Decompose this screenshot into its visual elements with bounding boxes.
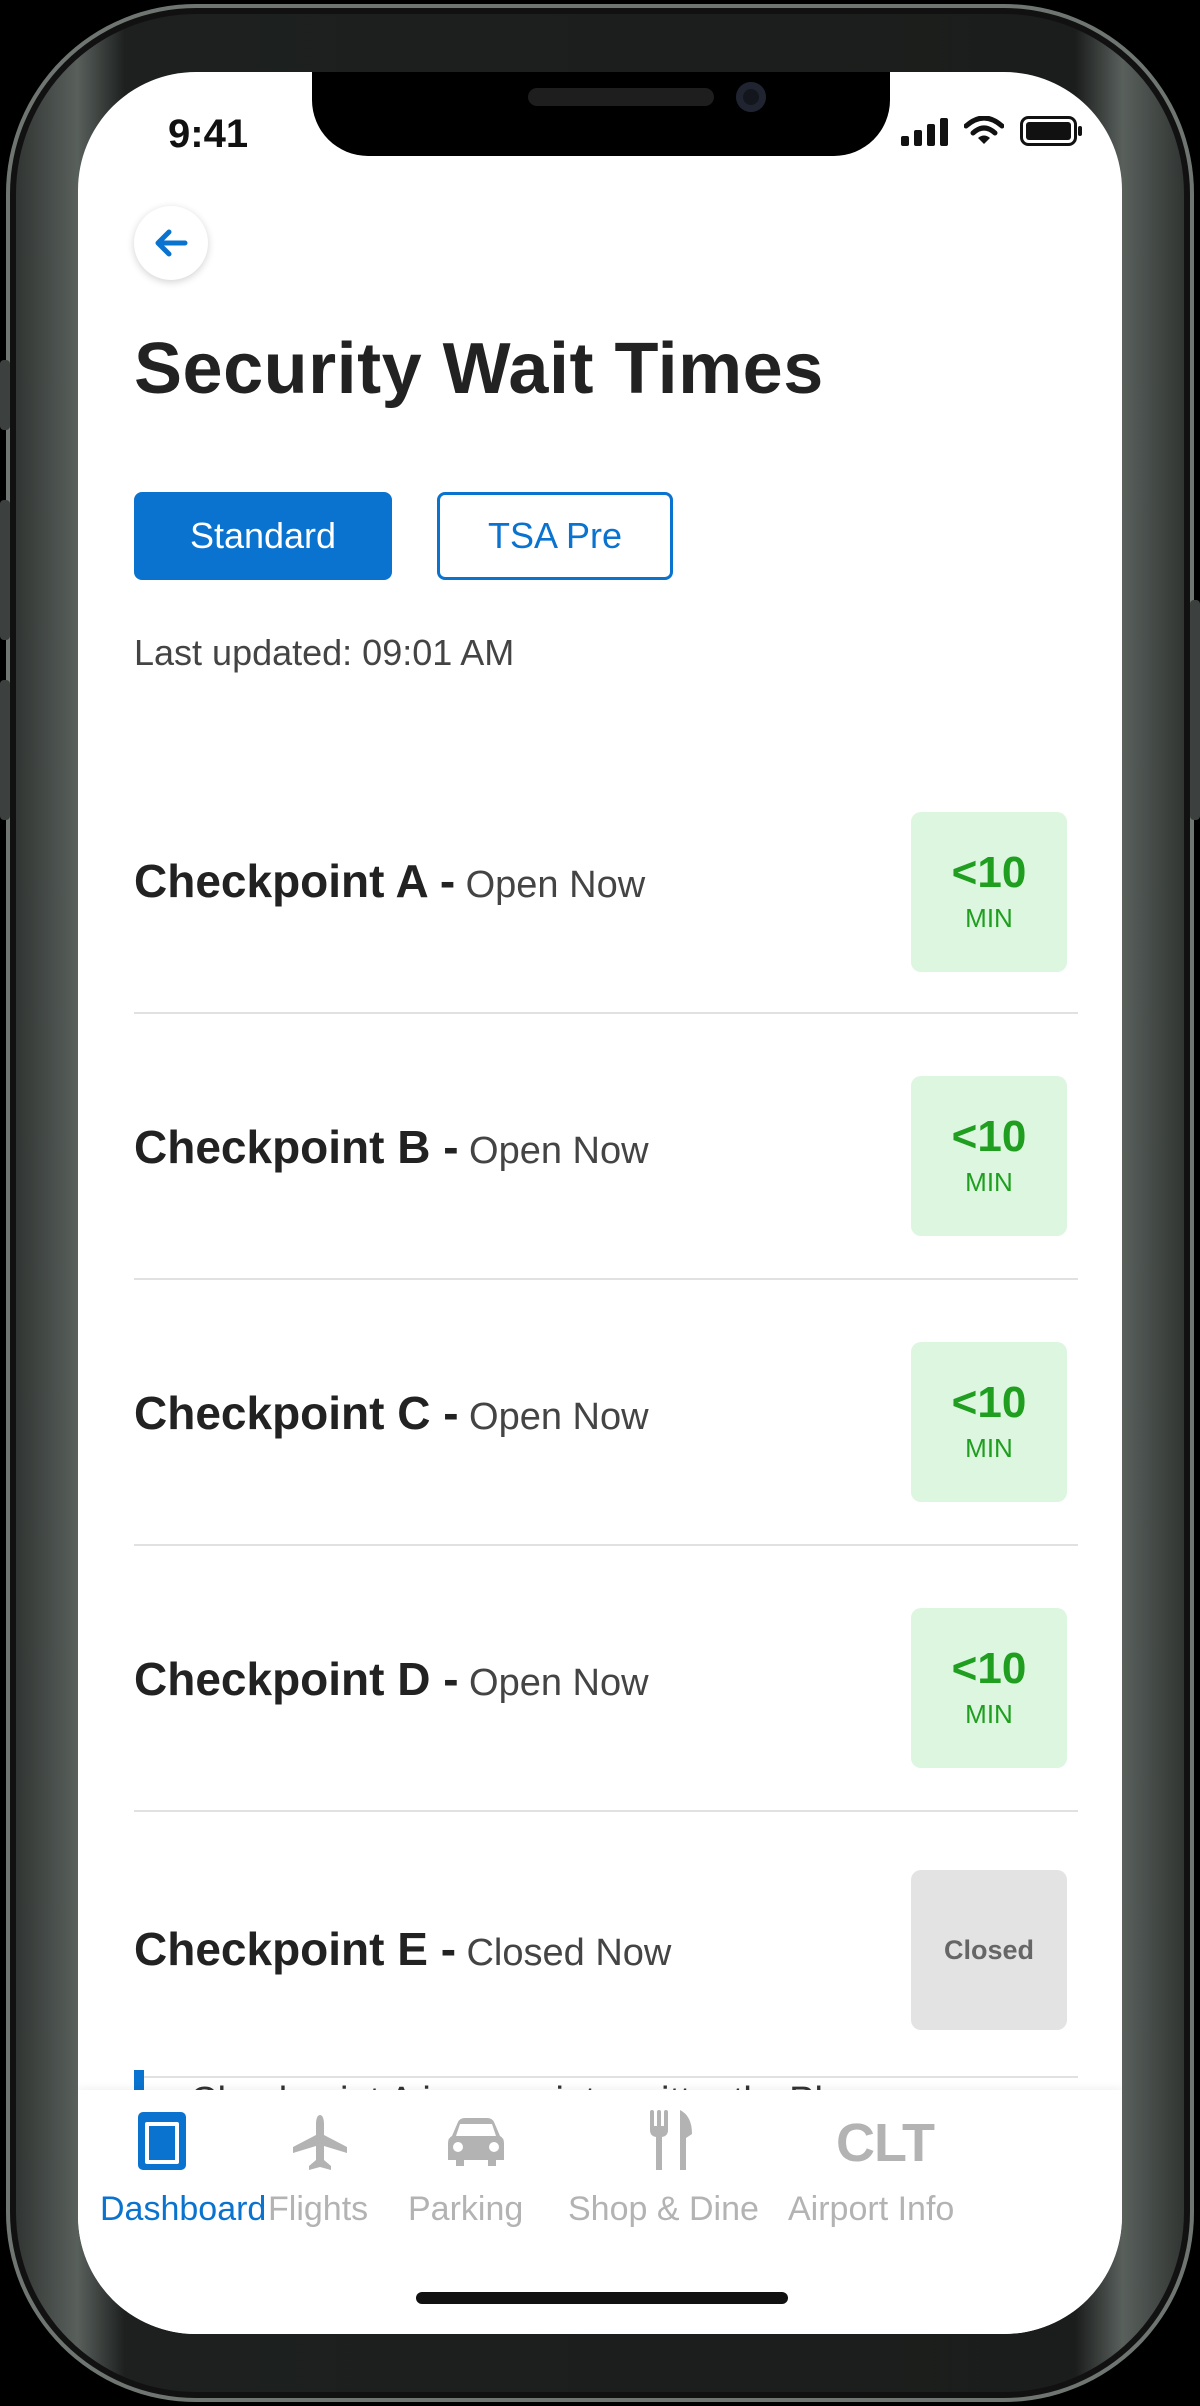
home-indicator xyxy=(416,2292,788,2304)
checkpoint-row-c[interactable]: Checkpoint C - Open Now <10 MIN xyxy=(134,1280,1078,1546)
wait-time-badge: <10 MIN xyxy=(911,1342,1067,1502)
checkpoint-status: Open Now xyxy=(469,1130,649,1172)
wait-time-value: <10 xyxy=(951,1111,1027,1161)
tsa-pre-filter-button[interactable]: TSA Pre xyxy=(437,492,673,580)
notch xyxy=(312,72,890,156)
wifi-icon xyxy=(964,116,1004,144)
checkpoint-row-b[interactable]: Checkpoint B - Open Now <10 MIN xyxy=(134,1014,1078,1280)
wait-time-unit: MIN xyxy=(965,1166,1013,1197)
checkpoint-row-a[interactable]: Checkpoint A - Open Now <10 MIN xyxy=(134,730,1078,1014)
last-updated-text: Last updated: 09:01 AM xyxy=(134,632,515,673)
car-icon xyxy=(448,2118,504,2166)
wait-time-badge: <10 MIN xyxy=(911,1076,1067,1236)
tab-label: Shop & Dine xyxy=(568,2190,759,2228)
wait-time-unit: MIN xyxy=(965,1432,1013,1463)
checkpoint-name: Checkpoint D - xyxy=(134,1653,459,1705)
wait-time-unit: MIN xyxy=(965,902,1013,933)
checkpoint-name: Checkpoint A - xyxy=(134,855,456,907)
wait-time-value: <10 xyxy=(951,1643,1027,1693)
app-screen: 9:41 Security Wait Times Standard TSA Pr… xyxy=(78,72,1122,2334)
dashboard-icon xyxy=(138,2112,186,2170)
front-camera xyxy=(736,82,766,112)
checkpoint-name: Checkpoint E - xyxy=(134,1923,457,1975)
airplane-icon xyxy=(293,2115,347,2170)
checkpoint-name: Checkpoint B - xyxy=(134,1121,459,1173)
tab-label: Parking xyxy=(408,2190,524,2228)
checkpoint-status: Closed Now xyxy=(466,1932,672,1974)
standard-filter-button[interactable]: Standard xyxy=(134,492,392,580)
cellular-signal-icon xyxy=(901,116,948,146)
wait-time-unit: MIN xyxy=(965,1698,1013,1729)
status-time: 9:41 xyxy=(168,112,249,156)
earpiece-speaker xyxy=(528,88,714,106)
tab-label: Airport Info xyxy=(788,2190,955,2228)
closed-badge-text: Closed xyxy=(943,1934,1035,1965)
checkpoint-status: Open Now xyxy=(469,1662,649,1704)
status-icons xyxy=(901,116,1084,146)
fork-knife-icon xyxy=(650,2110,692,2170)
power-button xyxy=(1190,600,1200,820)
tab-airport-info[interactable]: CLT Airport Info xyxy=(788,2090,988,2250)
checkpoint-row-d[interactable]: Checkpoint D - Open Now <10 MIN xyxy=(134,1546,1078,1812)
checkpoint-row-e[interactable]: Checkpoint E - Closed Now Closed xyxy=(134,1812,1078,2078)
back-button[interactable] xyxy=(134,206,208,280)
tab-label: Flights xyxy=(268,2190,369,2228)
wait-time-badge: <10 MIN xyxy=(911,1608,1067,1768)
wait-time-value: <10 xyxy=(951,1377,1027,1427)
checkpoint-status: Open Now xyxy=(469,1396,649,1438)
closed-badge: Closed xyxy=(911,1870,1067,2030)
wait-time-value: <10 xyxy=(951,847,1027,897)
battery-icon xyxy=(1020,116,1082,146)
tab-flights[interactable]: Flights xyxy=(238,2090,408,2250)
tab-dashboard[interactable]: Dashboard xyxy=(78,2090,266,2250)
clt-icon: CLT xyxy=(836,2113,935,2173)
volume-up-button xyxy=(0,500,10,640)
checkpoint-status: Open Now xyxy=(465,864,646,906)
arrow-left-icon xyxy=(155,229,188,257)
volume-down-button xyxy=(0,680,10,820)
checkpoint-name: Checkpoint C - xyxy=(134,1387,459,1439)
tab-shop-dine[interactable]: Shop & Dine xyxy=(568,2090,782,2250)
page-title: Security Wait Times xyxy=(134,329,824,409)
wait-time-badge: <10 MIN xyxy=(911,812,1067,972)
mute-switch xyxy=(0,360,10,430)
tab-parking[interactable]: Parking xyxy=(408,2090,558,2250)
